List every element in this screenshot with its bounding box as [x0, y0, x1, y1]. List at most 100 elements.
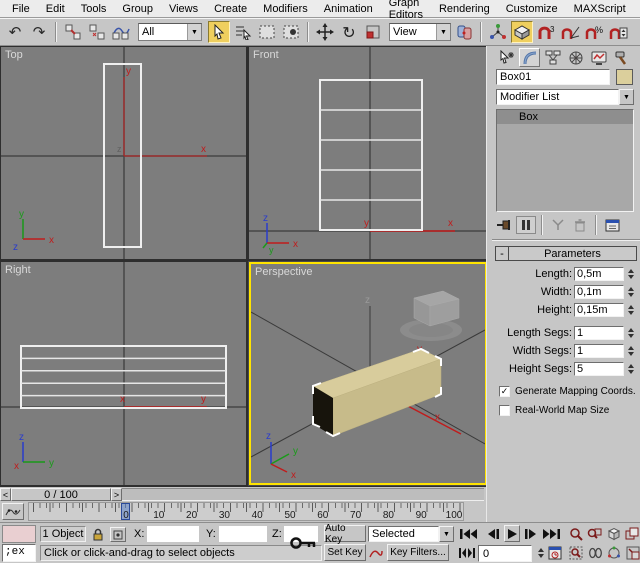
- parameter-input[interactable]: 5: [574, 362, 624, 376]
- arc-rotate-button[interactable]: [604, 544, 623, 561]
- tab-utilities[interactable]: [611, 48, 632, 67]
- snaps-toggle-button[interactable]: [511, 21, 533, 43]
- track-bar-ruler[interactable]: 0102030405060708090100: [28, 502, 464, 521]
- absolute-offset-mode-toggle[interactable]: [110, 527, 126, 542]
- set-key-button[interactable]: Set Key: [324, 544, 366, 561]
- select-and-scale-button[interactable]: [362, 21, 384, 43]
- menu-modifiers[interactable]: Modifiers: [255, 2, 316, 16]
- snap-3d-button[interactable]: 3: [535, 21, 557, 43]
- spinner-snap-button[interactable]: [607, 21, 629, 43]
- viewport-top[interactable]: Top y x z y x z: [1, 47, 246, 259]
- pin-stack-button[interactable]: [494, 216, 514, 234]
- unlink-selection-button[interactable]: [86, 21, 108, 43]
- zoom-extents-all-button[interactable]: [623, 525, 640, 542]
- parameter-spinner[interactable]: [625, 267, 637, 281]
- time-configuration-button[interactable]: [546, 544, 564, 561]
- chevron-down-icon[interactable]: ▼: [619, 89, 634, 105]
- bind-to-spacewarp-button[interactable]: [110, 21, 132, 43]
- go-to-start-button[interactable]: [458, 525, 480, 542]
- make-unique-button[interactable]: [548, 216, 568, 234]
- previous-frame-arrow[interactable]: <: [0, 488, 11, 501]
- zoom-all-button[interactable]: [585, 525, 604, 542]
- configure-modifier-sets-button[interactable]: [602, 216, 622, 234]
- viewport-right-label[interactable]: Right: [5, 264, 31, 276]
- auto-key-button[interactable]: Auto Key: [324, 525, 366, 542]
- region-zoom-button[interactable]: [566, 544, 585, 561]
- tab-motion[interactable]: [565, 48, 586, 67]
- menu-help[interactable]: Help: [634, 2, 640, 16]
- selection-lock-toggle[interactable]: [90, 527, 105, 542]
- viewport-perspective-label[interactable]: Perspective: [255, 266, 312, 278]
- key-filters-button[interactable]: Key Filters...: [387, 544, 449, 561]
- menu-customize[interactable]: Customize: [498, 2, 566, 16]
- parameter-input[interactable]: 0,1m: [574, 285, 624, 299]
- open-mini-curve-editor-button[interactable]: [2, 503, 24, 520]
- y-coord-input[interactable]: [219, 526, 267, 542]
- maxscript-mini-listener[interactable]: ;ex: [2, 544, 36, 562]
- current-frame-field[interactable]: 0: [478, 545, 532, 562]
- window-crossing-toggle-button[interactable]: [280, 21, 302, 43]
- next-frame-button[interactable]: [522, 525, 540, 542]
- select-object-button[interactable]: [208, 21, 230, 43]
- reference-coordinate-dropdown[interactable]: View ▼: [389, 23, 451, 41]
- show-end-result-button[interactable]: [516, 216, 536, 234]
- menu-rendering[interactable]: Rendering: [431, 2, 498, 16]
- parameter-spinner[interactable]: [625, 326, 637, 340]
- next-frame-arrow[interactable]: >: [111, 488, 122, 501]
- play-button[interactable]: [504, 525, 520, 542]
- object-name-field[interactable]: Box01: [496, 69, 610, 85]
- viewport-top-label[interactable]: Top: [5, 49, 23, 61]
- key-mode-toggle-button[interactable]: [458, 544, 476, 561]
- remove-modifier-button[interactable]: [570, 216, 590, 234]
- menu-animation[interactable]: Animation: [316, 2, 381, 16]
- previous-frame-button[interactable]: [484, 525, 502, 542]
- modifier-stack[interactable]: Box: [496, 109, 634, 212]
- parameter-spinner[interactable]: [625, 344, 637, 358]
- viewport-front-label[interactable]: Front: [253, 49, 279, 61]
- select-and-move-button[interactable]: [314, 21, 336, 43]
- menu-views[interactable]: Views: [161, 2, 206, 16]
- parameter-spinner[interactable]: [625, 285, 637, 299]
- menu-edit[interactable]: Edit: [38, 2, 73, 16]
- parameter-input[interactable]: 1: [574, 326, 624, 340]
- parameter-input[interactable]: 0,15m: [574, 303, 624, 317]
- viewport-front[interactable]: Front y x z x y: [249, 47, 487, 259]
- menu-create[interactable]: Create: [206, 2, 255, 16]
- collapse-icon[interactable]: -: [496, 247, 509, 260]
- tab-display[interactable]: [588, 48, 609, 67]
- go-to-end-button[interactable]: [540, 525, 562, 542]
- parameter-spinner[interactable]: [625, 362, 637, 376]
- select-and-manipulate-button[interactable]: [487, 21, 509, 43]
- modifier-stack-item-box[interactable]: Box: [497, 110, 633, 124]
- parameter-input[interactable]: 0,5m: [574, 267, 624, 281]
- maxscript-mini-listener-macro[interactable]: [2, 525, 36, 543]
- checkbox-unchecked[interactable]: [499, 405, 510, 416]
- default-in-out-tangent-button[interactable]: [368, 544, 384, 561]
- select-by-name-button[interactable]: [232, 21, 254, 43]
- parameter-spinner[interactable]: [625, 303, 637, 317]
- tab-modify[interactable]: [519, 48, 540, 67]
- object-color-swatch[interactable]: [616, 69, 633, 85]
- menu-group[interactable]: Group: [114, 2, 161, 16]
- select-and-rotate-button[interactable]: ↻: [338, 21, 360, 43]
- tab-hierarchy[interactable]: [542, 48, 563, 67]
- redo-button[interactable]: ↷: [28, 21, 50, 43]
- zoom-button[interactable]: [566, 525, 585, 542]
- parameter-input[interactable]: 1: [574, 344, 624, 358]
- checkbox-checked[interactable]: ✓: [499, 386, 510, 397]
- menu-tools[interactable]: Tools: [73, 2, 115, 16]
- chevron-down-icon[interactable]: ▼: [439, 526, 454, 542]
- time-slider-channel[interactable]: [122, 488, 484, 501]
- select-and-link-button[interactable]: [62, 21, 84, 43]
- selection-filter-dropdown[interactable]: All ▼: [138, 23, 202, 41]
- set-keys-button[interactable]: [288, 529, 318, 557]
- viewport-right[interactable]: Right x y z y x: [1, 262, 246, 485]
- x-coord-input[interactable]: [147, 526, 199, 542]
- maximize-viewport-toggle-button[interactable]: [623, 544, 640, 561]
- modifier-list-dropdown[interactable]: Modifier List ▼: [496, 89, 634, 105]
- zoom-extents-button[interactable]: [604, 525, 623, 542]
- parameters-rollout-header[interactable]: - Parameters: [495, 246, 637, 261]
- menu-maxscript[interactable]: MAXScript: [566, 2, 634, 16]
- pan-view-button[interactable]: [585, 544, 604, 561]
- percent-snap-button[interactable]: %: [583, 21, 605, 43]
